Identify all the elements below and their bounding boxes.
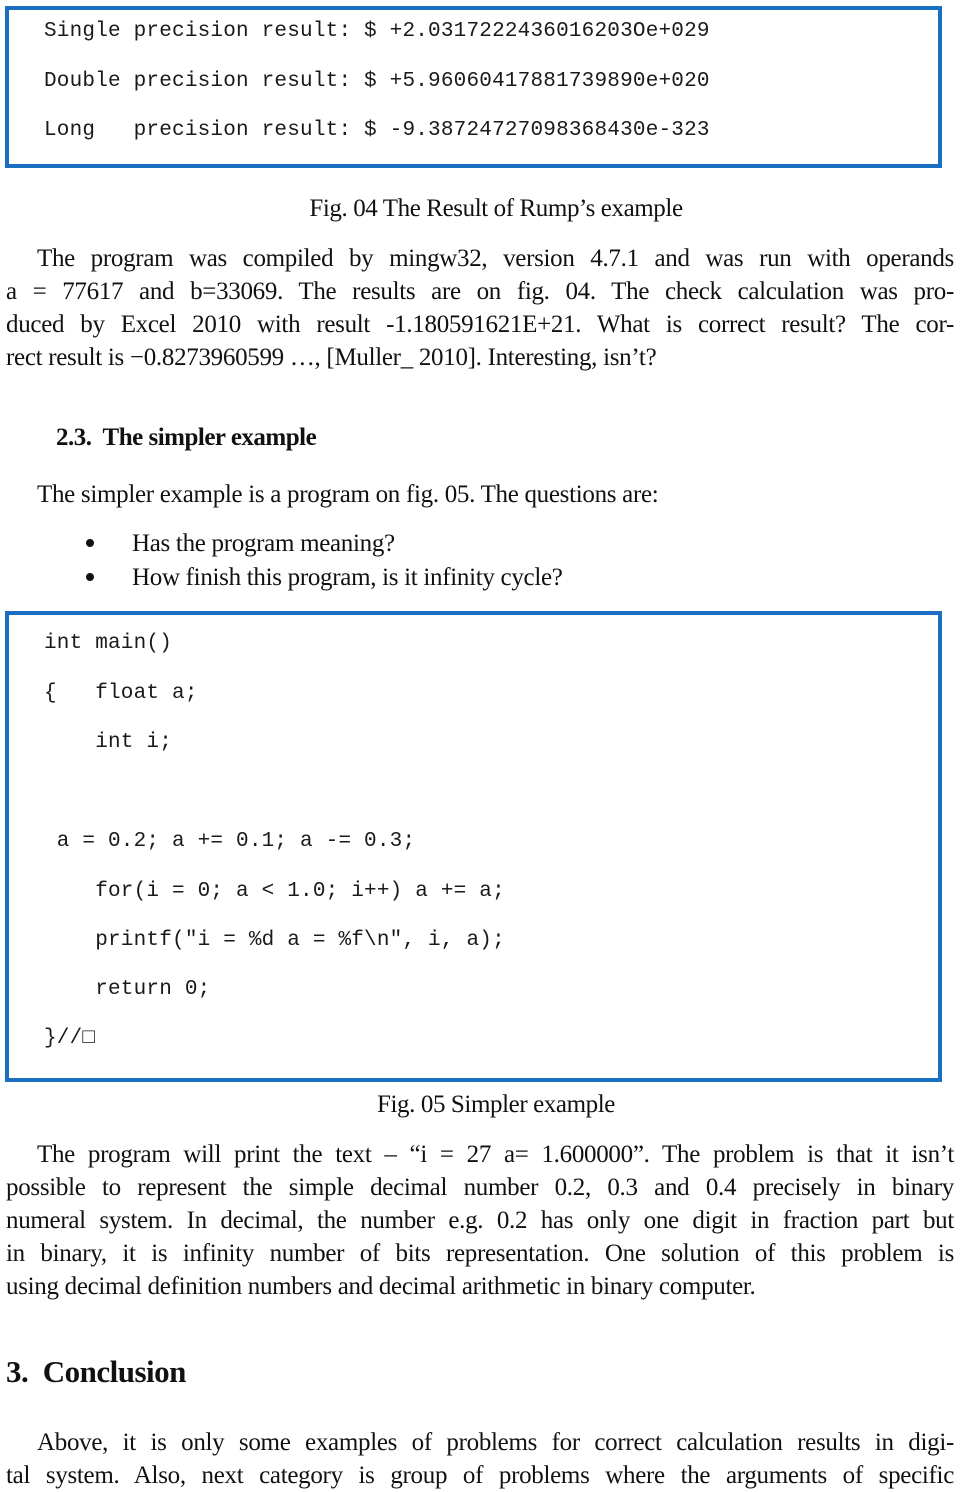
para1-line: The program was compiled by mingw32, ver… xyxy=(37,245,954,272)
section-heading-3: 3. Conclusion xyxy=(6,1354,186,1389)
bullet-text: Has the program meaning? xyxy=(132,530,395,557)
code-line: printf("i = %d a = %f\n", i, a); xyxy=(44,929,505,952)
bullet-item: Has the program meaning? xyxy=(86,530,395,558)
bullet-text: How finish this program, is it infinity … xyxy=(132,564,563,591)
code-line: }//□ xyxy=(44,1027,96,1050)
code-line: for(i = 0; a < 1.0; i++) a += a; xyxy=(44,880,505,903)
conclusion-line: Above, it is only some examples of probl… xyxy=(37,1429,954,1456)
para2-line: numeral system. In decimal, the number e… xyxy=(6,1207,954,1234)
fig04-line-long: Long precision result: $ -9.387247270983… xyxy=(44,119,710,142)
para2-line: possible to represent the simple decimal… xyxy=(6,1174,954,1201)
code-line: int main() xyxy=(44,632,173,655)
code-line: a = 0.2; a += 0.1; a -= 0.3; xyxy=(44,830,416,853)
code-line: return 0; xyxy=(44,978,211,1001)
bullet-icon xyxy=(86,539,94,548)
bullet-icon xyxy=(86,573,94,582)
para1-line: duced by Excel 2010 with result -1.18059… xyxy=(6,311,954,338)
fig05-caption: Fig. 05 Simpler example xyxy=(377,1091,615,1118)
bullet-item: How finish this program, is it infinity … xyxy=(86,564,563,592)
para1-line: a = 77617 and b=33069. The results are o… xyxy=(6,278,954,305)
para2-line: using decimal definition numbers and dec… xyxy=(6,1273,756,1300)
fig04-line-double: Double precision result: $ +5.9606041788… xyxy=(44,70,710,93)
conclusion-line: tal system. Also, next category is group… xyxy=(6,1462,954,1489)
fig04-caption: Fig. 04 The Result of Rump’s example xyxy=(309,195,683,222)
fig04-line-single: Single precision result: $ +2.0317222436… xyxy=(44,20,710,43)
para1-line: rect result is −0.8273960599 …, [Muller_… xyxy=(6,344,657,371)
code-line: int i; xyxy=(44,731,173,754)
para2-line: The program will print the text – “i = 2… xyxy=(37,1141,954,1168)
code-line: { float a; xyxy=(44,682,198,705)
section23-intro: The simpler example is a program on fig.… xyxy=(37,481,659,508)
section-heading-2-3: 2.3. The simpler example xyxy=(56,424,317,451)
para2-line: in binary, it is infinity number of bits… xyxy=(6,1240,954,1267)
